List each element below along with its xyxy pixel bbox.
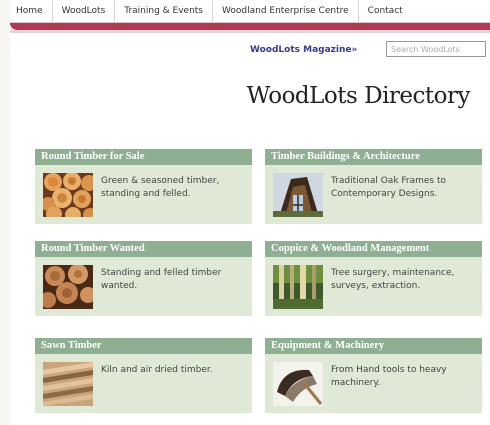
woodland-icon: [273, 265, 323, 309]
accent-bar-shadow: [10, 30, 490, 33]
accent-bar: [10, 23, 490, 30]
nav-contact[interactable]: Contact: [357, 0, 412, 22]
top-navigation: Home WoodLots Training & Events Woodland…: [10, 0, 490, 23]
magazine-arrow-icon: »: [351, 45, 358, 55]
timber-building-icon: [273, 173, 323, 217]
nav-woodland-enterprise-centre[interactable]: Woodland Enterprise Centre: [212, 0, 358, 22]
card-description: Tree surgery, maintenance, surveys, extr…: [331, 268, 455, 291]
axe-icon: [273, 362, 323, 406]
search-input[interactable]: [386, 41, 486, 57]
card-title[interactable]: Sawn Timber: [35, 338, 252, 354]
directory-card-coppice-woodland-management[interactable]: Coppice & Woodland Management Tree surge…: [265, 241, 482, 316]
nav-woodlots[interactable]: WoodLots: [51, 0, 115, 22]
card-title[interactable]: Equipment & Machinery: [265, 338, 482, 354]
card-title[interactable]: Timber Buildings & Architecture: [265, 149, 482, 165]
directory-card-round-timber-wanted[interactable]: Round Timber Wanted Standing and felled …: [35, 241, 252, 316]
nav-home[interactable]: Home: [10, 0, 52, 22]
directory-card-timber-buildings[interactable]: Timber Buildings & Architecture Traditio…: [265, 149, 482, 224]
directory-card-round-timber-for-sale[interactable]: Round Timber for Sale Green & seasoned t…: [35, 149, 252, 224]
sawn-planks-icon: [43, 362, 93, 406]
card-title[interactable]: Coppice & Woodland Management: [265, 241, 482, 257]
magazine-link[interactable]: WoodLots Magazine»: [250, 45, 357, 55]
page: Home WoodLots Training & Events Woodland…: [10, 0, 490, 425]
directory-card-sawn-timber[interactable]: Sawn Timber Kiln and air dried timber.: [35, 338, 252, 413]
directory-card-equipment-machinery[interactable]: Equipment & Machinery From Hand tools to…: [265, 338, 482, 413]
nav-training-events[interactable]: Training & Events: [114, 0, 212, 22]
card-description: From Hand tools to heavy machinery.: [331, 365, 447, 388]
card-description: Traditional Oak Frames to Contemporary D…: [331, 176, 447, 199]
page-title: WoodLots Directory: [246, 83, 471, 109]
magazine-link-label: WoodLots Magazine: [250, 45, 352, 55]
card-description: Green & seasoned timber, standing and fe…: [101, 176, 220, 199]
card-description: Kiln and air dried timber.: [101, 365, 213, 375]
card-title[interactable]: Round Timber Wanted: [35, 241, 252, 257]
card-title[interactable]: Round Timber for Sale: [35, 149, 252, 165]
log-ends-icon: [43, 265, 93, 309]
card-description: Standing and felled timber wanted.: [101, 268, 222, 291]
log-pile-icon: [43, 173, 93, 217]
